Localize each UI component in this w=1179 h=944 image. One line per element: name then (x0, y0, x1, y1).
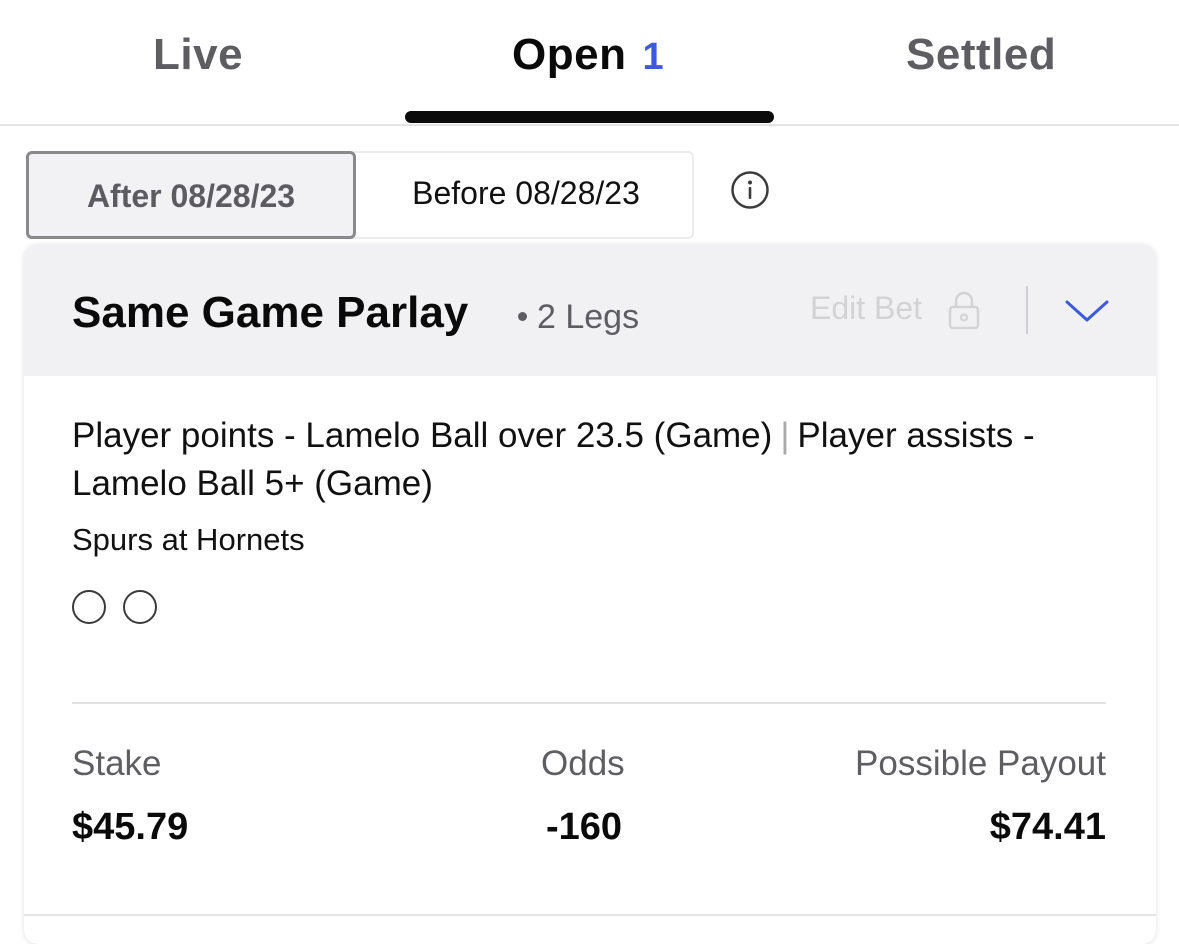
leg-1-status-icon (72, 590, 106, 624)
legs-count-label: 2 Legs (537, 298, 640, 336)
stake-label: Stake (72, 744, 162, 783)
game-matchup: Spurs at Hornets (72, 522, 305, 557)
odds-label: Odds (541, 744, 625, 783)
filter-after-button[interactable]: After 08/28/23 (26, 151, 356, 239)
bet-card: Same Game Parlay 2 Legs Edit Bet Player … (24, 244, 1156, 944)
payout-value: $74.41 (989, 806, 1106, 848)
active-tab-indicator (405, 111, 774, 123)
edit-bet-button[interactable]: Edit Bet (810, 290, 922, 327)
leg-2-status-icon (123, 590, 157, 624)
bullet-dot (518, 311, 527, 321)
bet-status-tabs: Live Open 1 Settled (0, 0, 1179, 126)
tab-settled[interactable]: Settled (906, 30, 1056, 80)
legs-count: 2 Legs (518, 298, 639, 337)
lock-icon (948, 291, 980, 330)
bet-legs-description: Player points - Lamelo Ball over 23.5 (G… (72, 412, 1072, 508)
tab-live[interactable]: Live (153, 30, 243, 80)
info-icon[interactable] (730, 170, 770, 210)
stake-value: $45.79 (72, 806, 189, 848)
tab-settled-label: Settled (906, 30, 1057, 79)
leg-separator: | (780, 416, 790, 455)
tab-open-label: Open (512, 30, 627, 79)
leg-1-text: Player points - Lamelo Ball over 23.5 (G… (72, 416, 773, 455)
chevron-down-icon[interactable] (1064, 294, 1110, 326)
card-bottom-divider (24, 914, 1156, 916)
card-divider (72, 702, 1106, 704)
tab-open[interactable]: Open 1 (512, 30, 664, 80)
tab-live-label: Live (153, 30, 244, 79)
header-divider (1026, 286, 1028, 334)
payout-label: Possible Payout (855, 744, 1106, 783)
bet-card-header: Same Game Parlay 2 Legs Edit Bet (24, 244, 1156, 376)
filter-before-button[interactable]: Before 08/28/23 (358, 151, 694, 239)
odds-value: -160 (546, 806, 623, 848)
date-filter-segment: After 08/28/23 Before 08/28/23 (26, 151, 694, 239)
tab-open-count: 1 (642, 36, 665, 78)
bet-type-title: Same Game Parlay (72, 288, 469, 337)
